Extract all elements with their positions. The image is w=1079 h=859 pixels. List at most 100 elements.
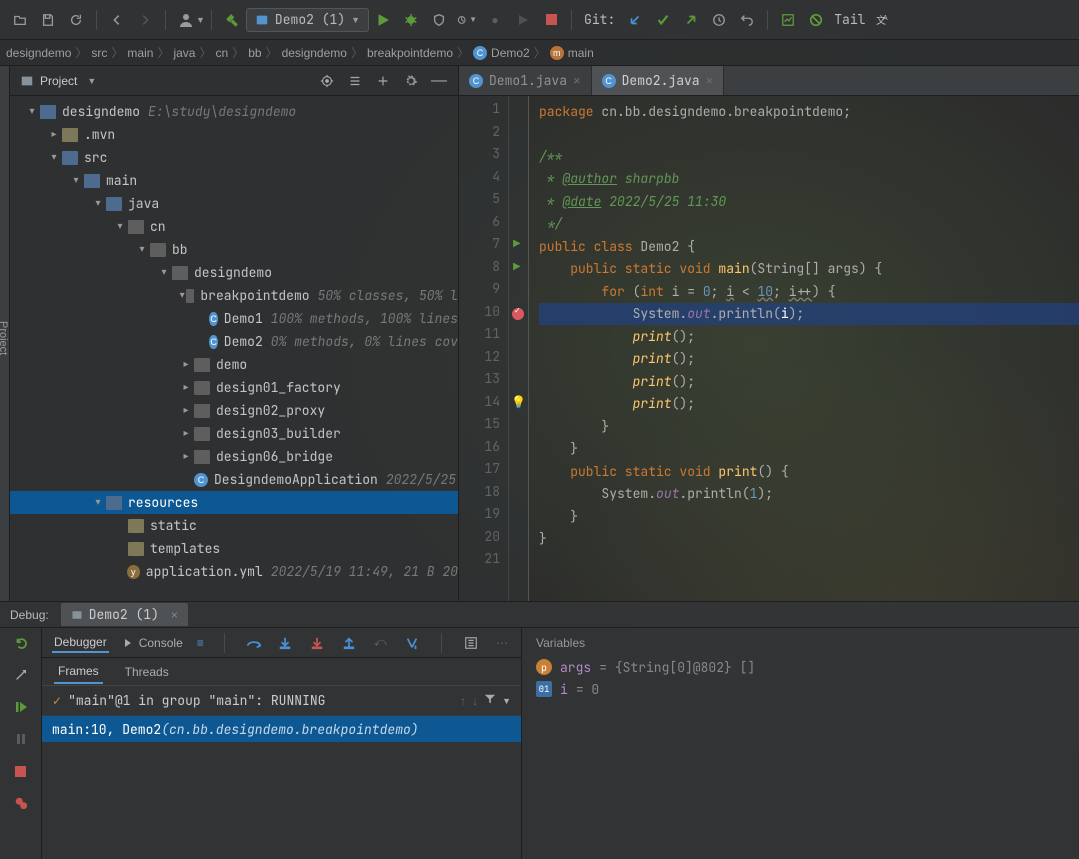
- user-icon[interactable]: [176, 10, 196, 30]
- crumb-item[interactable]: src: [91, 46, 107, 60]
- editor-tab[interactable]: CDemo1.java×: [459, 66, 592, 95]
- open-icon[interactable]: [10, 10, 30, 30]
- tree-row[interactable]: ▸design01_factory: [10, 376, 458, 399]
- settings-icon[interactable]: [12, 666, 30, 684]
- expand-icon[interactable]: [346, 72, 364, 90]
- back-icon[interactable]: [107, 10, 127, 30]
- hammer-icon[interactable]: [222, 10, 242, 30]
- step-over-icon[interactable]: [245, 634, 263, 652]
- project-tree[interactable]: ▾designdemoE:\study\designdemo▸.mvn▾src▾…: [10, 96, 458, 601]
- breakpoints-icon[interactable]: [12, 794, 30, 812]
- tree-row[interactable]: static: [10, 514, 458, 537]
- stocks-icon[interactable]: [778, 10, 798, 30]
- debug-session-tab[interactable]: Demo2 (1) ×: [61, 603, 188, 626]
- gutter[interactable]: 123456789101112131415161718192021: [459, 96, 509, 601]
- tree-row[interactable]: ▸.mvn: [10, 123, 458, 146]
- left-gutter-label[interactable]: Project: [0, 66, 10, 601]
- drop-frame-icon[interactable]: ⤺: [371, 634, 389, 652]
- step-into-icon[interactable]: [276, 634, 294, 652]
- tree-row[interactable]: ▾main: [10, 169, 458, 192]
- debug-icon[interactable]: [401, 10, 421, 30]
- crumb-item[interactable]: cn: [215, 46, 228, 60]
- run-gutter-icon[interactable]: ▶: [513, 238, 521, 249]
- code-body[interactable]: package cn.bb.designdemo.breakpointdemo;…: [529, 96, 1079, 601]
- attach-icon[interactable]: ●: [485, 10, 505, 30]
- minimize-icon[interactable]: —: [430, 72, 448, 90]
- crumb-item[interactable]: designdemo: [6, 46, 71, 60]
- run-gutter-icon[interactable]: ▶: [513, 261, 521, 272]
- profile-icon[interactable]: ▼: [457, 10, 477, 30]
- stop-icon[interactable]: [541, 10, 561, 30]
- tree-row[interactable]: ▸demo: [10, 353, 458, 376]
- tree-row[interactable]: templates: [10, 537, 458, 560]
- git-history-icon[interactable]: [709, 10, 729, 30]
- tree-row[interactable]: ▸design03_builder: [10, 422, 458, 445]
- bulb-icon[interactable]: 💡: [511, 395, 526, 409]
- tree-row[interactable]: CDemo1100% methods, 100% lines: [10, 307, 458, 330]
- tree-row[interactable]: ▾java: [10, 192, 458, 215]
- folder-icon: [186, 289, 194, 303]
- tree-row[interactable]: ▸design02_proxy: [10, 399, 458, 422]
- tree-row[interactable]: yapplication.yml2022/5/19 11:49, 21 B 20: [10, 560, 458, 583]
- stop-debug-icon[interactable]: [12, 762, 30, 780]
- tree-row[interactable]: CDemo20% methods, 0% lines cov: [10, 330, 458, 353]
- crumb-item[interactable]: main: [568, 46, 594, 60]
- crumb-item[interactable]: breakpointdemo: [367, 46, 453, 60]
- tree-label: java: [128, 195, 159, 212]
- crumb-item[interactable]: java: [173, 46, 195, 60]
- crumb-item[interactable]: Demo2: [491, 46, 530, 60]
- tree-row[interactable]: ▸design06_bridge: [10, 445, 458, 468]
- variable-row[interactable]: 01i= 0: [536, 678, 1065, 700]
- breakpoint-icon[interactable]: [512, 308, 524, 320]
- variable-row[interactable]: pargs= {String[0]@802} []: [536, 656, 1065, 678]
- tree-row[interactable]: CDesigndemoApplication2022/5/25: [10, 468, 458, 491]
- collapse-icon[interactable]: [374, 72, 392, 90]
- tree-row[interactable]: ▾src: [10, 146, 458, 169]
- git-push-icon[interactable]: [681, 10, 701, 30]
- console-tab[interactable]: Console: [123, 636, 183, 650]
- run-to-cursor-icon[interactable]: [403, 634, 421, 652]
- tree-row[interactable]: ▾resources: [10, 491, 458, 514]
- refresh-icon[interactable]: [66, 10, 86, 30]
- rerun-icon[interactable]: [12, 634, 30, 652]
- trace-icon[interactable]: ⋯: [493, 634, 511, 652]
- crumb-item[interactable]: main: [127, 46, 153, 60]
- coverage-icon[interactable]: [429, 10, 449, 30]
- evaluate-icon[interactable]: [462, 634, 480, 652]
- resume-icon[interactable]: [12, 698, 30, 716]
- tree-row[interactable]: ▾bb: [10, 238, 458, 261]
- run-last-icon[interactable]: [513, 10, 533, 30]
- top-toolbar: ▼ Demo2 (1) ▼ ▼ ● Git: Tail 文A: [0, 0, 1079, 40]
- folder-icon: [128, 220, 144, 234]
- inspect-icon[interactable]: [806, 10, 826, 30]
- filter-icon[interactable]: [484, 693, 496, 708]
- threads-subtab[interactable]: Threads: [121, 661, 173, 683]
- tree-row[interactable]: ▾designdemoE:\study\designdemo: [10, 100, 458, 123]
- pause-icon[interactable]: [12, 730, 30, 748]
- target-icon[interactable]: [318, 72, 336, 90]
- run-config-selector[interactable]: Demo2 (1) ▼: [246, 8, 369, 32]
- tree-label: designdemo: [194, 264, 272, 281]
- tree-label: design02_proxy: [216, 402, 325, 419]
- class-icon: C: [209, 335, 217, 349]
- gear-icon[interactable]: [402, 72, 420, 90]
- crumb-item[interactable]: designdemo: [282, 46, 347, 60]
- force-step-icon[interactable]: [308, 634, 326, 652]
- tree-row[interactable]: ▾designdemo: [10, 261, 458, 284]
- tree-row[interactable]: ▾cn: [10, 215, 458, 238]
- debugger-tab[interactable]: Debugger: [52, 633, 109, 653]
- save-icon[interactable]: [38, 10, 58, 30]
- git-revert-icon[interactable]: [737, 10, 757, 30]
- run-icon[interactable]: [373, 10, 393, 30]
- editor-tab[interactable]: CDemo2.java×: [592, 66, 725, 95]
- step-out-icon[interactable]: [340, 634, 358, 652]
- tree-row[interactable]: ▾breakpointdemo50% classes, 50% l: [10, 284, 458, 307]
- crumb-item[interactable]: bb: [248, 46, 261, 60]
- git-commit-icon[interactable]: [653, 10, 673, 30]
- git-pull-icon[interactable]: [625, 10, 645, 30]
- forward-icon[interactable]: [135, 10, 155, 30]
- frames-subtab[interactable]: Frames: [54, 660, 103, 684]
- translate-icon[interactable]: 文A: [873, 10, 893, 30]
- breakpoint-gutter[interactable]: ▶ ▶ 💡: [509, 96, 529, 601]
- stack-frame-row[interactable]: main:10, Demo2 (cn.bb.designdemo.breakpo…: [42, 716, 521, 742]
